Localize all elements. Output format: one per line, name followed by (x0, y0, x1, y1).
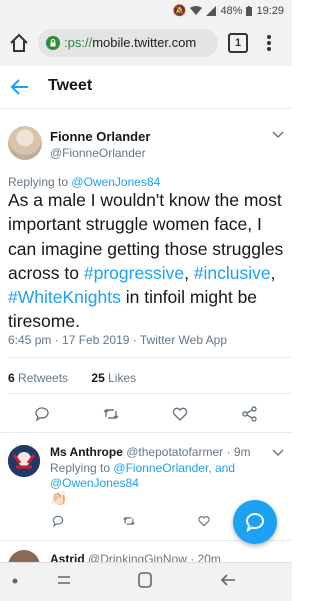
wifi-icon (190, 6, 203, 15)
home-nav-icon[interactable] (138, 572, 152, 588)
more-vert-icon[interactable] (266, 32, 272, 54)
like-icon[interactable] (171, 405, 189, 423)
compose-reply-button[interactable] (233, 500, 277, 544)
reply-icon[interactable] (51, 514, 65, 528)
tweet-stats: 6 Retweets 25 Likes (8, 371, 136, 385)
signal-icon (206, 6, 217, 16)
divider (8, 393, 292, 394)
hashtag-link[interactable]: #WhiteKnights (8, 287, 121, 307)
system-nav-bar (0, 562, 292, 601)
replying-to-link[interactable]: @FionneOrlander (113, 461, 208, 475)
home-icon[interactable] (8, 32, 30, 54)
reply-text: 👏🏻 (50, 490, 68, 506)
page-title: Tweet (48, 77, 93, 94)
retweet-icon[interactable] (102, 405, 120, 423)
compose-icon (245, 513, 264, 533)
reply-author-handle[interactable]: @thepotatofarmer (126, 445, 223, 459)
recents-icon[interactable] (56, 573, 72, 587)
address-bar[interactable]: :ps://mobile.twitter.com (38, 29, 218, 57)
reply-author-line: Ms Anthrope @thepotatofarmer · 9m (50, 445, 250, 459)
divider (0, 432, 292, 433)
chevron-down-icon[interactable] (272, 131, 284, 139)
tweet-meta: 6:45 pm · 17 Feb 2019 · Twitter Web App (8, 333, 228, 347)
like-icon[interactable] (197, 514, 211, 528)
hashtag-link[interactable]: #inclusive (194, 263, 271, 283)
mute-icon: 🔕 (172, 5, 187, 17)
author-avatar[interactable] (8, 126, 42, 160)
clock: 19:29 (256, 5, 284, 17)
battery-icon (246, 6, 253, 16)
back-nav-icon[interactable] (220, 572, 236, 588)
likes-stat[interactable]: 25 Likes (91, 371, 136, 385)
browser-toolbar: :ps://mobile.twitter.com 1 (0, 22, 292, 67)
url-text: :ps://mobile.twitter.com (64, 35, 197, 50)
reply-replying-to: Replying to @FionneOrlander, and @OwenJo… (50, 461, 235, 490)
reply-avatar[interactable] (8, 445, 40, 477)
reply-author-name[interactable]: Ms Anthrope (50, 445, 123, 459)
nav-dot-icon[interactable] (12, 578, 18, 584)
replying-to: Replying to @OwenJones84 (8, 175, 161, 189)
tweet-text: As a male I wouldn't know the most impor… (8, 190, 284, 332)
author-handle[interactable]: @FionneOrlander (50, 146, 146, 160)
avatar-image (8, 445, 40, 477)
page-header: Tweet (0, 66, 292, 109)
status-bar: 🔕 48% 19:29 (0, 0, 292, 22)
retweet-icon[interactable] (122, 514, 136, 528)
replying-to-link[interactable]: @OwenJones84 (50, 476, 139, 490)
author-name[interactable]: Fionne Orlander (50, 129, 150, 144)
lock-icon[interactable] (46, 36, 60, 50)
tab-switcher-button[interactable]: 1 (228, 33, 248, 53)
battery-percent: 48% (220, 5, 243, 17)
chevron-down-icon[interactable] (272, 449, 284, 457)
reply-icon[interactable] (33, 405, 51, 423)
divider (8, 357, 292, 358)
hashtag-link[interactable]: #progressive (84, 263, 184, 283)
back-arrow-icon[interactable] (10, 78, 30, 96)
reply-time: · 9m (226, 445, 251, 459)
retweets-stat[interactable]: 6 Retweets (8, 371, 68, 385)
replying-to-link[interactable]: @OwenJones84 (71, 175, 160, 189)
share-icon[interactable] (241, 405, 259, 423)
